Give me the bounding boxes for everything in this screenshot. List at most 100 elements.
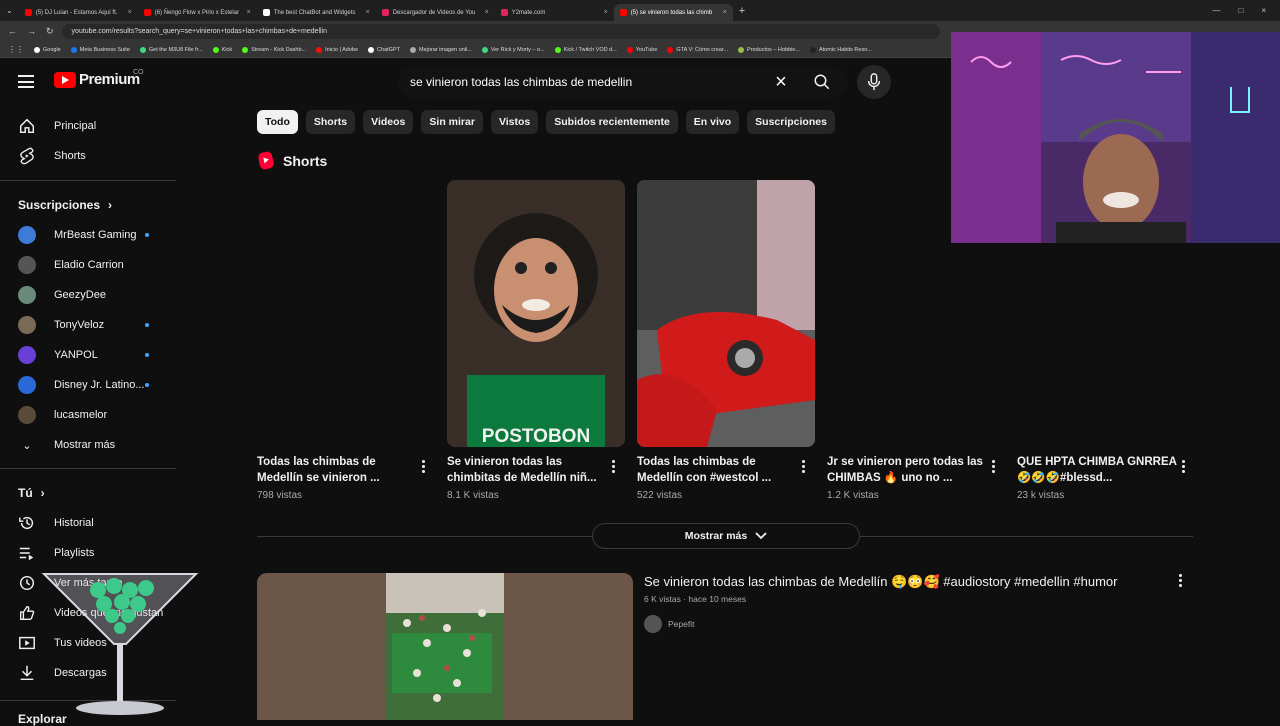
short-card[interactable]: POSTOBON Se vinieron todas las chimbitas … bbox=[447, 180, 625, 501]
filter-chip[interactable]: Shorts bbox=[305, 110, 356, 134]
video-title[interactable]: Se vinieron todas las chimbas de Medellí… bbox=[644, 574, 1117, 590]
more-options-icon[interactable] bbox=[421, 460, 425, 473]
clear-search-icon[interactable]: × bbox=[766, 71, 796, 94]
you-heading[interactable]: Tú › bbox=[18, 486, 45, 500]
bookmark[interactable]: Inicio | Adobe bbox=[316, 46, 358, 53]
sidebar-show-more[interactable]: ⌄ Mostrar más bbox=[18, 430, 115, 460]
short-meta: Todas las chimbas de Medellín con #westc… bbox=[637, 454, 797, 501]
short-thumbnail[interactable]: POSTOBON bbox=[447, 180, 625, 447]
bookmark-label: Google bbox=[43, 46, 61, 53]
short-thumbnail[interactable] bbox=[637, 180, 815, 447]
search-input[interactable]: se vinieron todas las chimbas de medelli… bbox=[398, 75, 766, 89]
browser-tab[interactable]: Y2mate.com × bbox=[495, 4, 614, 21]
sidebar-item[interactable]: Principal bbox=[18, 111, 96, 141]
tab-close-icon[interactable]: × bbox=[128, 9, 132, 16]
tab-favicon-icon bbox=[262, 9, 270, 16]
video-thumbnail[interactable] bbox=[257, 573, 633, 720]
menu-icon[interactable] bbox=[18, 75, 34, 88]
sidebar-subscription[interactable]: YANPOL bbox=[18, 340, 98, 370]
youtube-logo[interactable]: Premium CO bbox=[54, 69, 144, 88]
sidebar-item[interactable]: Playlists bbox=[18, 538, 94, 568]
tab-close-icon[interactable]: × bbox=[485, 9, 489, 16]
browser-tab[interactable]: (5) se vinieron todas las chimb × bbox=[613, 4, 733, 21]
bookmark[interactable]: Mejorar imagen onli... bbox=[409, 46, 472, 53]
sidebar-subscription[interactable]: Eladio Carrion bbox=[18, 250, 124, 280]
webcam-overlay bbox=[951, 32, 1280, 243]
bookmark[interactable]: Stream - Kick Dashb... bbox=[242, 46, 306, 53]
sidebar-subscription[interactable]: MrBeast Gaming bbox=[18, 220, 137, 250]
sidebar-subscription[interactable]: GeezyDee bbox=[18, 280, 106, 310]
tab-search-icon[interactable]: ⌄ bbox=[0, 6, 19, 15]
tab-close-icon[interactable]: × bbox=[604, 9, 608, 16]
forward-icon[interactable]: → bbox=[27, 26, 36, 37]
new-tab-icon[interactable]: + bbox=[733, 5, 751, 17]
maximize-icon[interactable]: □ bbox=[1238, 6, 1243, 15]
bookmark[interactable]: GTA V: Cómo crear... bbox=[667, 46, 728, 53]
more-options-icon[interactable] bbox=[801, 460, 805, 473]
tab-label: Y2mate.com bbox=[511, 9, 546, 16]
minimize-icon[interactable]: — bbox=[1212, 6, 1220, 15]
filter-chip[interactable]: Suscripciones bbox=[747, 110, 835, 134]
short-title[interactable]: Todas las chimbas de Medellín con #westc… bbox=[637, 454, 797, 486]
bookmark[interactable]: Ver Rick y Morty – o... bbox=[481, 46, 545, 53]
sidebar-subscription[interactable]: Disney Jr. Latino... bbox=[18, 370, 145, 400]
video-channel[interactable]: Pepefit bbox=[644, 615, 694, 633]
bookmark[interactable]: Get the M3U8 File fr... bbox=[139, 46, 203, 53]
filter-chip[interactable]: Videos bbox=[363, 110, 414, 134]
filter-chip[interactable]: En vivo bbox=[685, 110, 740, 134]
short-title[interactable]: Todas las chimbas de Medellín se viniero… bbox=[257, 454, 417, 486]
bookmark[interactable]: Meta Business Suite bbox=[70, 46, 130, 53]
sidebar-subscription[interactable]: lucasmelor bbox=[18, 400, 107, 430]
tab-close-icon[interactable]: × bbox=[247, 9, 251, 16]
shorts-shelf-heading: Shorts bbox=[257, 150, 327, 171]
browser-tab[interactable]: (5) DJ Luian - Estamos Aquí ft. × bbox=[19, 4, 138, 21]
bookmark[interactable]: YouTube bbox=[626, 46, 657, 53]
new-content-dot bbox=[145, 353, 149, 357]
more-options-icon[interactable] bbox=[611, 460, 615, 473]
back-icon[interactable]: ← bbox=[8, 26, 17, 37]
mic-icon bbox=[867, 73, 881, 91]
filter-chip[interactable]: Vistos bbox=[490, 110, 539, 134]
tab-close-icon[interactable]: × bbox=[366, 9, 370, 16]
show-more-shorts-button[interactable]: Mostrar más bbox=[592, 523, 860, 549]
new-content-dot bbox=[145, 323, 149, 327]
sidebar-item-label: GeezyDee bbox=[54, 289, 106, 301]
sidebar-item[interactable]: Historial bbox=[18, 508, 94, 538]
more-options-icon[interactable] bbox=[1181, 460, 1185, 473]
short-card[interactable]: Todas las chimbas de Medellín con #westc… bbox=[637, 180, 815, 501]
close-window-icon[interactable]: × bbox=[1261, 6, 1266, 15]
voice-search-button[interactable] bbox=[857, 65, 891, 99]
playlists-icon bbox=[18, 544, 36, 562]
bookmark[interactable]: Atomic Habits Reso... bbox=[809, 46, 872, 53]
tab-close-icon[interactable]: × bbox=[723, 9, 727, 16]
bookmark[interactable]: Kick / Twitch VOD d... bbox=[554, 46, 617, 53]
channel-avatar bbox=[18, 316, 36, 334]
bookmark[interactable]: ChatGPT bbox=[368, 46, 400, 53]
bookmark-favicon-icon bbox=[242, 46, 249, 53]
more-options-icon[interactable] bbox=[991, 460, 995, 473]
short-title[interactable]: QUE HPTA CHIMBA GNRREA 🤣🤣🤣#blessd... bbox=[1017, 454, 1177, 486]
filter-chip[interactable]: Subidos recientemente bbox=[546, 110, 678, 134]
video-menu-icon[interactable] bbox=[1178, 574, 1182, 587]
sidebar-item[interactable]: Shorts bbox=[18, 141, 86, 171]
short-meta: Se vinieron todas las chimbitas de Medel… bbox=[447, 454, 607, 501]
browser-tab[interactable]: The best ChatBot and Widgets × bbox=[257, 4, 376, 21]
tab-favicon-icon bbox=[143, 9, 151, 16]
sidebar-divider bbox=[0, 468, 176, 469]
sidebar-subscription[interactable]: TonyVeloz bbox=[18, 310, 104, 340]
short-meta: Todas las chimbas de Medellín se viniero… bbox=[257, 454, 417, 501]
short-title[interactable]: Jr se vinieron pero todas las CHIMBAS 🔥 … bbox=[827, 454, 987, 486]
browser-tab[interactable]: (6) Ñengo Flow x Pirlo x Estelar × bbox=[138, 4, 257, 21]
url-field[interactable]: youtube.com/results?search_query=se+vini… bbox=[61, 24, 940, 39]
reload-icon[interactable]: ↻ bbox=[46, 26, 54, 37]
browser-tab[interactable]: Descargador de Videos de You × bbox=[376, 4, 495, 21]
filter-chip[interactable]: Sin mirar bbox=[421, 110, 483, 134]
bookmark[interactable]: Google bbox=[34, 46, 61, 53]
apps-icon[interactable]: ⋮⋮ bbox=[8, 45, 24, 54]
filter-chip[interactable]: Todo bbox=[257, 110, 298, 134]
subscriptions-heading[interactable]: Suscripciones › bbox=[18, 198, 112, 212]
search-button[interactable] bbox=[796, 66, 848, 98]
bookmark[interactable]: Kick bbox=[212, 46, 232, 53]
bookmark[interactable]: Productos – Hobbie... bbox=[738, 46, 800, 53]
short-title[interactable]: Se vinieron todas las chimbitas de Medel… bbox=[447, 454, 607, 486]
